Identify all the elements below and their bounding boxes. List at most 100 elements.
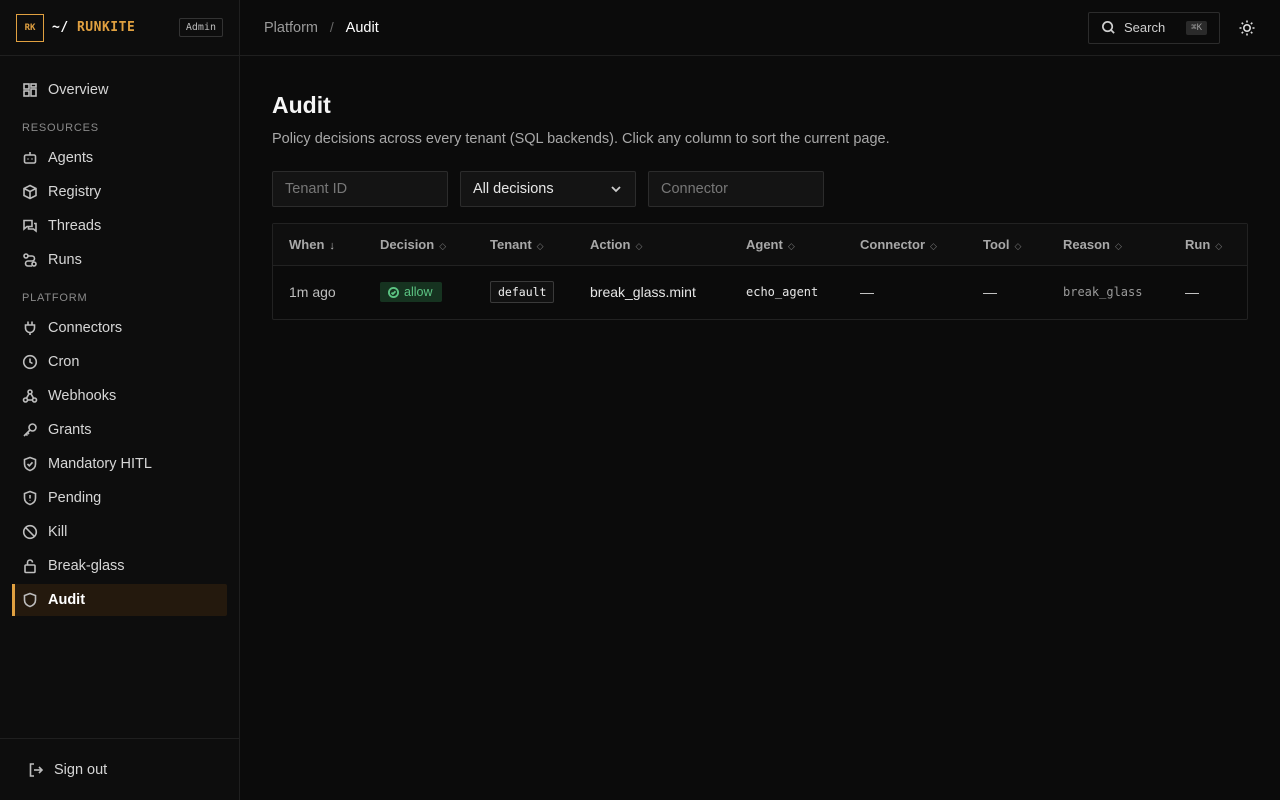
shield-check-icon [22,456,38,472]
column-action[interactable]: Action ◇ [574,224,730,265]
sun-icon [1239,20,1255,35]
sign-out-label: Sign out [54,761,108,778]
filters: All decisions [272,171,1248,207]
search-icon [1102,21,1115,34]
sidebar-item-label: Registry [48,184,102,200]
tenant-badge: default [490,281,555,304]
column-tool[interactable]: Tool ◇ [967,224,1047,265]
column-run[interactable]: Run ◇ [1169,224,1247,265]
column-decision[interactable]: Decision ◇ [364,224,474,265]
sidebar-item-connectors[interactable]: Connectors [12,312,227,344]
sidebar-item-label: Kill [48,524,68,540]
logo: RK [16,13,44,42]
column-agent[interactable]: Agent ◇ [730,224,844,265]
sidebar: RK ~/ RUNKITE Admin Overview RESOURCES A… [0,0,240,800]
decision-select[interactable]: All decisions [460,171,636,207]
sort-desc-icon: ↓ [329,239,335,252]
column-label: Decision [380,236,435,252]
sidebar-item-label: Audit [48,592,86,608]
column-label: Tenant [490,236,532,252]
webhook-icon [22,388,38,404]
sidebar-item-label: Break-glass [48,558,125,574]
breadcrumb-separator: / [329,19,334,35]
column-label: Tool [983,236,1010,252]
cell-reason: break_glass [1063,285,1143,300]
sign-out-button[interactable]: Sign out [0,738,239,800]
column-label: Run [1185,236,1211,252]
sidebar-item-label: Connectors [48,320,123,336]
cell-tenant: default [474,265,574,319]
sidebar-item-registry[interactable]: Registry [12,176,227,208]
decision-label: allow [404,285,433,300]
grid-icon [22,82,38,98]
ban-icon [22,524,38,540]
sidebar-item-label: Webhooks [48,388,117,404]
column-label: Agent [746,236,783,252]
cell-agent: echo_agent [746,285,819,300]
cell-tool: — [983,284,997,301]
column-label: Reason [1063,236,1110,252]
chevron-down-icon [611,186,621,193]
column-label: Action [590,236,631,252]
sort-icon: ◇ [1014,240,1022,251]
cell-run: — [1185,284,1199,301]
sidebar-item-runs[interactable]: Runs [12,244,227,276]
search-shortcut: ⌘K [1186,20,1207,35]
brand-prefix: ~/ [52,20,69,35]
sidebar-item-agents[interactable]: Agents [12,142,227,174]
sidebar-item-label: Mandatory HITL [48,456,152,472]
sort-icon: ◇ [635,240,643,251]
search-button[interactable]: Search ⌘K [1088,11,1220,44]
breadcrumb-platform[interactable]: Platform [264,20,318,36]
decision-select-value: All decisions [473,181,554,197]
sidebar-item-audit[interactable]: Audit [12,584,227,616]
cell-action: break_glass.mint [590,284,696,301]
tenant-id-input[interactable] [272,171,448,207]
connector-input[interactable] [648,171,824,207]
brand-name: ~/ RUNKITE [52,20,135,35]
unlock-icon [22,558,38,574]
sidebar-item-overview[interactable]: Overview [12,74,227,106]
sidebar-item-threads[interactable]: Threads [12,210,227,242]
main-content: Audit Policy decisions across every tena… [272,56,1248,320]
page-description: Policy decisions across every tenant (SQ… [272,131,890,147]
sidebar-item-mandatory-hitl[interactable]: Mandatory HITL [12,448,227,480]
column-when[interactable]: When ↓ [273,224,364,265]
cell-when: 1m ago [289,284,336,301]
column-reason[interactable]: Reason ◇ [1047,224,1169,265]
shield-alert-icon [22,490,38,506]
check-circle-icon [388,286,399,298]
table-header-row: When ↓ Decision ◇ Tenant ◇ Action ◇ Agent ◇ C… [273,224,1247,265]
sidebar-item-break-glass[interactable]: Break-glass [12,550,227,582]
sort-icon: ◇ [536,240,544,251]
topbar: Platform / Audit Search ⌘K [240,0,1280,56]
cell-connector: — [860,284,874,301]
sidebar-nav: Overview RESOURCES Agents Registry Threa… [0,56,239,616]
plug-icon [22,320,38,336]
bot-icon [22,150,38,166]
column-tenant[interactable]: Tenant ◇ [474,224,574,265]
sidebar-item-pending[interactable]: Pending [12,482,227,514]
sidebar-item-label: Threads [48,218,102,234]
sidebar-item-webhooks[interactable]: Webhooks [12,380,227,412]
breadcrumb-current: Audit [345,20,379,36]
sort-icon: ◇ [1215,240,1223,251]
section-platform: PLATFORM [22,292,88,304]
sidebar-item-label: Cron [48,354,80,370]
sidebar-item-kill[interactable]: Kill [12,516,227,548]
chat-icon [22,218,38,234]
sidebar-item-label: Agents [48,150,94,166]
route-icon [22,252,38,268]
package-icon [22,184,38,200]
column-connector[interactable]: Connector ◇ [844,224,967,265]
search-label: Search [1124,20,1166,35]
column-label: When [289,236,325,252]
theme-toggle-button[interactable] [1238,19,1256,37]
sidebar-item-cron[interactable]: Cron [12,346,227,378]
table-row[interactable]: 1m ago allow default break_glass.mint ec… [273,265,1247,319]
sort-icon: ◇ [787,240,795,251]
column-label: Connector [860,236,925,252]
sidebar-item-label: Grants [48,422,92,438]
sidebar-item-grants[interactable]: Grants [12,414,227,446]
breadcrumb: Platform / Audit [264,19,379,36]
